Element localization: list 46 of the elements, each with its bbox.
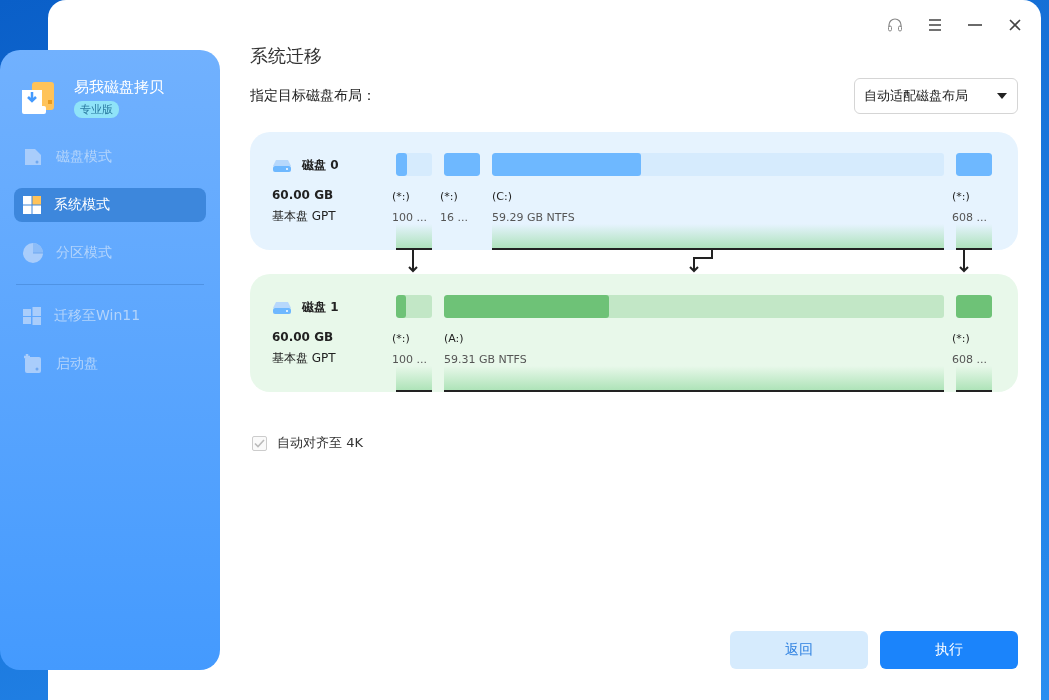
- back-button[interactable]: 返回: [730, 631, 868, 669]
- partition-usage-bar[interactable]: [396, 153, 432, 176]
- partition-size: 16 ...: [440, 211, 469, 224]
- pie-chart-icon: [22, 242, 44, 264]
- windows-icon: [22, 195, 42, 215]
- partition-usage-bar[interactable]: [492, 153, 944, 176]
- sidebar-item[interactable]: 系统模式: [14, 188, 206, 222]
- page-title: 系统迁移: [250, 44, 323, 68]
- app-name: 易我磁盘拷贝: [74, 78, 164, 97]
- partition-usage-bar[interactable]: [956, 153, 992, 176]
- disk-type: 基本盘 GPT: [272, 208, 337, 225]
- partition-size: 59.31 GB NTFS: [444, 353, 528, 366]
- partition-usage-bar[interactable]: [444, 295, 944, 318]
- menu-icon[interactable]: [926, 16, 944, 34]
- headset-icon[interactable]: [886, 16, 904, 34]
- mapping-arrow: [408, 250, 418, 273]
- partition-usage-bar[interactable]: [444, 153, 480, 176]
- partition-size: 59.29 GB NTFS: [492, 211, 576, 224]
- partition-size: 608 ...: [952, 211, 988, 224]
- partition-usage-bar[interactable]: [396, 295, 432, 318]
- partition-letter: (C:): [492, 190, 513, 203]
- edition-badge: 专业版: [74, 101, 119, 118]
- layout-dropdown[interactable]: 自动适配磁盘布局: [854, 78, 1018, 114]
- partition-letter: (*:): [952, 190, 971, 203]
- layout-label: 指定目标磁盘布局：: [250, 87, 376, 105]
- disk-type: 基本盘 GPT: [272, 350, 337, 367]
- partition-letter: (*:): [392, 190, 411, 203]
- boot-disk-icon: [22, 353, 44, 375]
- partition-size: 608 ...: [952, 353, 988, 366]
- partition-letter: (*:): [440, 190, 459, 203]
- checkbox-label: 自动对齐至 4K: [277, 434, 363, 452]
- disk-drive-icon: [272, 158, 292, 173]
- partition-size: 100 ...: [392, 211, 428, 224]
- partition-letter: (*:): [392, 332, 411, 345]
- disk-drive-icon: [272, 300, 292, 315]
- disk-name: 磁盘 0: [302, 157, 339, 174]
- partition-letter: (A:): [444, 332, 465, 345]
- mapping-arrow: [959, 250, 969, 273]
- mapping-arrow: [689, 250, 713, 273]
- disk-name: 磁盘 1: [302, 299, 339, 316]
- dropdown-caret-icon: [997, 93, 1007, 99]
- partition-usage-bar[interactable]: [956, 295, 992, 318]
- partition-size: 100 ...: [392, 353, 428, 366]
- execute-button[interactable]: 执行: [880, 631, 1018, 669]
- partition-letter: (*:): [952, 332, 971, 345]
- windows-icon: [22, 306, 42, 326]
